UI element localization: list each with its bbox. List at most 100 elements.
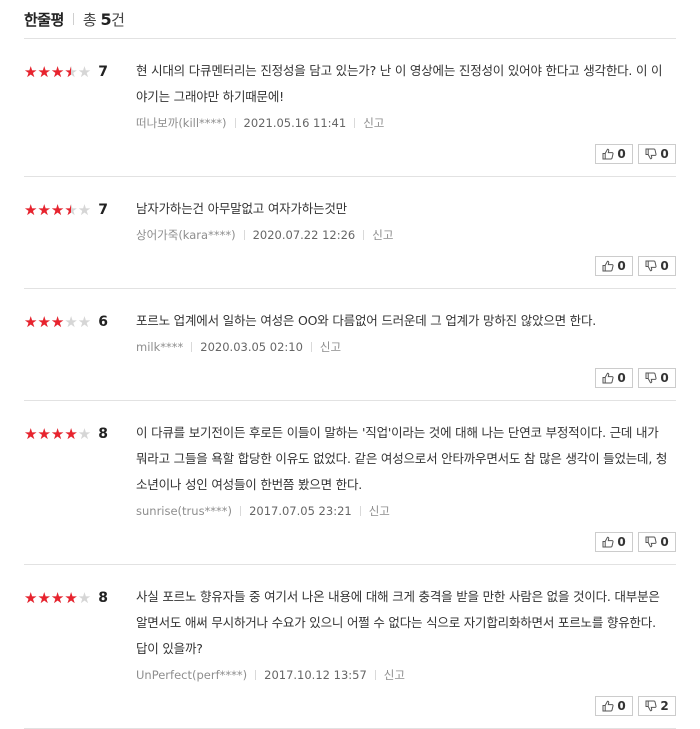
review-list: ★★★★★ ★★★★★ 7 현 시대의 다큐멘터리는 진정성을 담고 있는가? … — [24, 39, 676, 729]
meta-divider — [359, 506, 361, 516]
like-count: 0 — [617, 147, 626, 161]
report-link[interactable]: 신고 — [320, 339, 341, 355]
star-icons-filled: ★★★★★ — [24, 202, 71, 218]
total-count: 5 — [100, 9, 112, 29]
meta-divider — [310, 342, 312, 352]
review-rating: ★★★★★ ★★★★★ 7 — [24, 64, 108, 80]
thumbs-down-icon — [645, 536, 657, 548]
meta-divider — [240, 506, 242, 516]
review-date: 2017.10.12 13:57 — [264, 668, 367, 682]
review-author: 상어가죽(kara****) — [136, 228, 236, 242]
header-divider — [72, 13, 74, 25]
like-button[interactable]: 0 — [595, 368, 633, 388]
dislike-button[interactable]: 2 — [638, 696, 676, 716]
star-icons-filled: ★★★★★ — [24, 426, 78, 442]
thumbs-up-icon — [602, 536, 614, 548]
star-icons-filled: ★★★★★ — [24, 590, 78, 606]
dislike-button[interactable]: 0 — [638, 532, 676, 552]
review-item: ★★★★★ ★★★★★ 6 포르노 업계에서 일하는 여성은 OO와 다름없어 … — [24, 289, 676, 401]
review-body: 이 다큐를 보기전이든 후로든 이들이 말하는 '직업'이라는 것에 대해 나는… — [136, 401, 676, 564]
review-body: 사실 포르노 향유자들 중 여기서 나온 내용에 대해 크게 충격을 받을 만한… — [136, 565, 676, 728]
review-total: 총 5건 — [83, 9, 125, 30]
review-author: milk**** — [136, 340, 184, 354]
total-prefix: 총 — [82, 10, 97, 29]
review-rating: ★★★★★ ★★★★★ 8 — [24, 426, 108, 442]
report-link[interactable]: 신고 — [372, 227, 393, 243]
star-icons-filled: ★★★★★ — [24, 314, 65, 330]
review-item: ★★★★★ ★★★★★ 8 사실 포르노 향유자들 중 여기서 나온 내용에 대… — [24, 565, 676, 729]
review-text: 이 다큐를 보기전이든 후로든 이들이 말하는 '직업'이라는 것에 대해 나는… — [136, 425, 668, 492]
review-meta: UnPerfect(perf****) 2017.10.12 13:57 신고 — [136, 664, 676, 686]
dislike-button[interactable]: 0 — [638, 368, 676, 388]
thumbs-up-icon — [602, 148, 614, 160]
meta-divider — [255, 670, 257, 680]
review-text: 남자가하는건 아무말없고 여자가하는것만 — [136, 201, 347, 216]
thumbs-up-icon — [602, 372, 614, 384]
dislike-count: 0 — [660, 259, 669, 273]
dislike-count: 0 — [660, 147, 669, 161]
thumbs-down-icon — [645, 700, 657, 712]
like-count: 0 — [617, 699, 626, 713]
star-rating: ★★★★★ ★★★★★ — [24, 314, 91, 330]
review-item: ★★★★★ ★★★★★ 8 이 다큐를 보기전이든 후로든 이들이 말하는 '직… — [24, 401, 676, 565]
like-button[interactable]: 0 — [595, 144, 633, 164]
review-author: UnPerfect(perf****) — [136, 668, 248, 682]
report-link[interactable]: 신고 — [363, 115, 384, 131]
review-rating: ★★★★★ ★★★★★ 8 — [24, 590, 108, 606]
report-link[interactable]: 신고 — [384, 667, 405, 683]
review-text: 현 시대의 다큐멘터리는 진정성을 담고 있는가? 난 이 영상에는 진정성이 … — [136, 63, 663, 104]
review-header: 한줄평 총 5건 — [24, 0, 676, 39]
star-icons-filled: ★★★★★ — [24, 64, 71, 80]
meta-divider — [374, 670, 376, 680]
review-text: 포르노 업계에서 일하는 여성은 OO와 다름없어 드러운데 그 업계가 망하진… — [136, 313, 597, 328]
review-body: 포르노 업계에서 일하는 여성은 OO와 다름없어 드러운데 그 업계가 망하진… — [136, 289, 676, 400]
like-count: 0 — [617, 535, 626, 549]
like-count: 0 — [617, 371, 626, 385]
star-rating: ★★★★★ ★★★★★ — [24, 426, 91, 442]
rating-score: 7 — [98, 202, 108, 218]
meta-divider — [234, 118, 236, 128]
review-rating: ★★★★★ ★★★★★ 7 — [24, 202, 108, 218]
section-title: 한줄평 — [24, 10, 64, 29]
review-meta: 상어가죽(kara****) 2020.07.22 12:26 신고 — [136, 224, 676, 246]
review-date: 2021.05.16 11:41 — [243, 116, 347, 130]
like-button[interactable]: 0 — [595, 532, 633, 552]
review-meta: sunrise(trus****) 2017.07.05 23:21 신고 — [136, 500, 676, 522]
dislike-count: 2 — [660, 699, 669, 713]
review-section: 한줄평 총 5건 ★★★★★ ★★★★★ 7 현 시대의 다큐멘터리는 진정성을… — [24, 0, 676, 729]
rating-score: 8 — [98, 426, 108, 442]
review-meta: milk**** 2020.03.05 02:10 신고 — [136, 336, 676, 358]
rating-score: 7 — [98, 64, 108, 80]
review-text: 사실 포르노 향유자들 중 여기서 나온 내용에 대해 크게 충격을 받을 만한… — [136, 589, 660, 656]
review-body: 남자가하는건 아무말없고 여자가하는것만 상어가죽(kara****) 2020… — [136, 177, 676, 288]
meta-divider — [354, 118, 356, 128]
thumbs-up-icon — [602, 260, 614, 272]
vote-buttons: 0 2 — [136, 686, 676, 728]
total-suffix: 건 — [111, 10, 125, 29]
thumbs-down-icon — [645, 260, 657, 272]
review-author: 떠나보까(kill****) — [136, 116, 227, 130]
review-body: 현 시대의 다큐멘터리는 진정성을 담고 있는가? 난 이 영상에는 진정성이 … — [136, 39, 676, 176]
like-count: 0 — [617, 259, 626, 273]
review-item: ★★★★★ ★★★★★ 7 현 시대의 다큐멘터리는 진정성을 담고 있는가? … — [24, 39, 676, 177]
like-button[interactable]: 0 — [595, 696, 633, 716]
rating-score: 8 — [98, 590, 108, 606]
dislike-count: 0 — [660, 371, 669, 385]
vote-buttons: 0 0 — [136, 358, 676, 400]
vote-buttons: 0 0 — [136, 522, 676, 564]
thumbs-up-icon — [602, 700, 614, 712]
report-link[interactable]: 신고 — [369, 503, 390, 519]
dislike-button[interactable]: 0 — [638, 144, 676, 164]
like-button[interactable]: 0 — [595, 256, 633, 276]
review-rating: ★★★★★ ★★★★★ 6 — [24, 314, 108, 330]
review-item: ★★★★★ ★★★★★ 7 남자가하는건 아무말없고 여자가하는것만 상어가죽(… — [24, 177, 676, 289]
meta-divider — [191, 342, 193, 352]
rating-score: 6 — [98, 314, 108, 330]
meta-divider — [363, 230, 365, 240]
dislike-button[interactable]: 0 — [638, 256, 676, 276]
review-date: 2020.07.22 12:26 — [252, 228, 356, 242]
vote-buttons: 0 0 — [136, 246, 676, 288]
star-rating: ★★★★★ ★★★★★ — [24, 202, 91, 218]
review-date: 2020.03.05 02:10 — [200, 340, 303, 354]
dislike-count: 0 — [660, 535, 669, 549]
